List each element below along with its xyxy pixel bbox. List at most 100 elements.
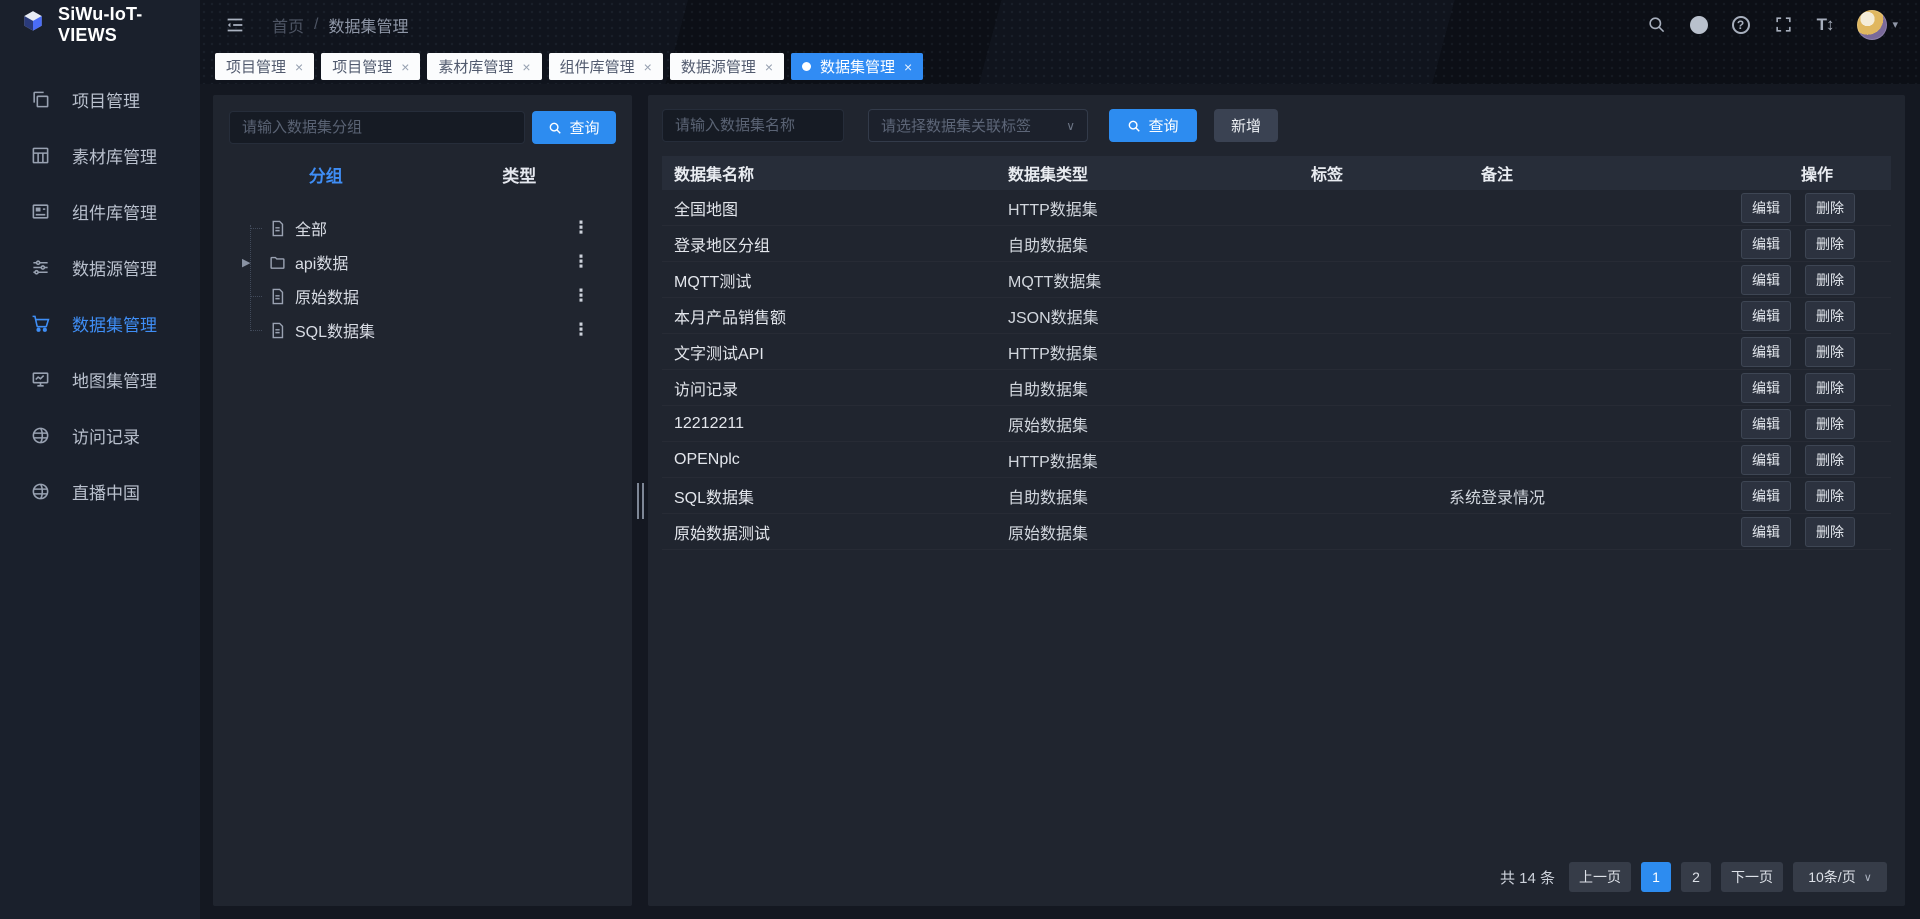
chevron-down-icon: ∨ [1066, 119, 1075, 133]
edit-button[interactable]: 编辑 [1741, 337, 1791, 367]
expand-caret-icon[interactable]: ▶ [242, 256, 250, 269]
table-row: SQL数据集 自助数据集 系统登录情况 编辑删除 [662, 478, 1891, 514]
delete-button[interactable]: 删除 [1805, 373, 1855, 403]
table-row: 12212211 原始数据集 编辑删除 [662, 406, 1891, 442]
tab-group[interactable]: 分组 [229, 162, 423, 187]
col-header-ops: 操作 [1602, 161, 1891, 185]
prev-page-button[interactable]: 上一页 [1569, 862, 1631, 892]
sidebar-item-visits[interactable]: 访问记录 [0, 407, 200, 463]
tab-material[interactable]: 素材库管理 × [427, 53, 541, 80]
font-size-icon[interactable]: T↕ [1817, 15, 1834, 35]
edit-button[interactable]: 编辑 [1741, 373, 1791, 403]
edit-button[interactable]: 编辑 [1741, 229, 1791, 259]
tab-dataset-active[interactable]: 数据集管理 × [791, 53, 923, 80]
tab-label: 数据集管理 [820, 56, 895, 77]
table-row: 访问记录 自助数据集 编辑删除 [662, 370, 1891, 406]
edit-button[interactable]: 编辑 [1741, 265, 1791, 295]
sidebar-item-material[interactable]: 素材库管理 [0, 127, 200, 183]
chevron-down-icon: ∨ [1864, 871, 1872, 884]
sidebar-item-label: 数据源管理 [72, 255, 157, 280]
close-icon[interactable]: × [765, 60, 773, 74]
close-icon[interactable]: × [522, 60, 530, 74]
more-vertical-icon[interactable]: ⋮ [572, 320, 590, 340]
add-dataset-button[interactable]: 新增 [1214, 109, 1278, 142]
pagination: 共 14 条 上一页 1 2 下一页 10条/页 ∨ [662, 862, 1891, 892]
tree-node-raw[interactable]: 原始数据 ⋮ [229, 279, 616, 313]
user-avatar [1857, 10, 1887, 40]
close-icon[interactable]: × [904, 60, 912, 74]
fullscreen-icon[interactable] [1774, 15, 1793, 34]
tree-search-row: 查询 [229, 111, 616, 144]
page-button-1[interactable]: 1 [1641, 862, 1671, 892]
group-tree: 全部 ⋮ ▶ api数据 ⋮ 原始数据 ⋮ [229, 211, 616, 890]
table-row: MQTT测试 MQTT数据集 编辑删除 [662, 262, 1891, 298]
material-grid-icon [30, 145, 50, 165]
help-icon[interactable]: ? [1732, 16, 1750, 34]
sidebar-item-component[interactable]: 组件库管理 [0, 183, 200, 239]
tab-datasource[interactable]: 数据源管理 × [670, 53, 784, 80]
col-header-tag: 标签 [1262, 161, 1392, 185]
splitter-handle[interactable] [637, 483, 644, 519]
active-dot-icon [802, 62, 811, 71]
delete-button[interactable]: 删除 [1805, 265, 1855, 295]
close-icon[interactable]: × [295, 60, 303, 74]
delete-button[interactable]: 删除 [1805, 337, 1855, 367]
sidebar-item-dataset[interactable]: 数据集管理 [0, 295, 200, 351]
document-icon [269, 288, 286, 305]
more-vertical-icon[interactable]: ⋮ [572, 286, 590, 306]
delete-button[interactable]: 删除 [1805, 445, 1855, 475]
tab-project-2[interactable]: 项目管理 × [321, 53, 420, 80]
sidebar-item-project[interactable]: 项目管理 [0, 71, 200, 127]
more-vertical-icon[interactable]: ⋮ [572, 252, 590, 272]
delete-button[interactable]: 删除 [1805, 193, 1855, 223]
search-icon[interactable] [1647, 15, 1666, 34]
logo: SiWu-IoT-VIEWS [0, 0, 200, 49]
delete-button[interactable]: 删除 [1805, 409, 1855, 439]
more-vertical-icon[interactable]: ⋮ [572, 218, 590, 238]
tag-select[interactable]: 请选择数据集关联标签 ∨ [868, 109, 1088, 142]
edit-button[interactable]: 编辑 [1741, 445, 1791, 475]
breadcrumb-home[interactable]: 首页 [272, 13, 304, 37]
page-size-select[interactable]: 10条/页 ∨ [1793, 862, 1887, 892]
group-search-input[interactable] [229, 111, 525, 144]
delete-button[interactable]: 删除 [1805, 481, 1855, 511]
delete-button[interactable]: 删除 [1805, 517, 1855, 547]
sidebar-item-live-china[interactable]: 直播中国 [0, 463, 200, 519]
dataset-search-input[interactable] [662, 109, 844, 142]
dataset-cart-icon [30, 313, 50, 333]
close-icon[interactable]: × [401, 60, 409, 74]
page-button-2[interactable]: 2 [1681, 862, 1711, 892]
edit-button[interactable]: 编辑 [1741, 193, 1791, 223]
menu-fold-icon[interactable] [224, 14, 246, 36]
delete-button[interactable]: 删除 [1805, 229, 1855, 259]
content: 查询 分组 类型 全部 ⋮ ▶ [200, 84, 1920, 919]
user-menu[interactable]: ▾ [1857, 10, 1898, 40]
tab-type[interactable]: 类型 [423, 162, 617, 187]
tab-label: 数据源管理 [681, 56, 756, 77]
edit-button[interactable]: 编辑 [1741, 517, 1791, 547]
next-page-button[interactable]: 下一页 [1721, 862, 1783, 892]
edit-button[interactable]: 编辑 [1741, 409, 1791, 439]
tab-component[interactable]: 组件库管理 × [549, 53, 663, 80]
delete-button[interactable]: 删除 [1805, 301, 1855, 331]
sidebar-item-label: 组件库管理 [72, 199, 157, 224]
breadcrumb-separator: / [314, 16, 318, 34]
dataset-search-button[interactable]: 查询 [1109, 109, 1197, 142]
close-icon[interactable]: × [644, 60, 652, 74]
col-header-name: 数据集名称 [662, 161, 992, 185]
edit-button[interactable]: 编辑 [1741, 301, 1791, 331]
github-icon[interactable] [1690, 16, 1708, 34]
sidebar-item-datasource[interactable]: 数据源管理 [0, 239, 200, 295]
chevron-down-icon: ▾ [1892, 18, 1898, 31]
tree-node-api[interactable]: ▶ api数据 ⋮ [229, 245, 616, 279]
tab-project-1[interactable]: 项目管理 × [215, 53, 314, 80]
group-tree-panel: 查询 分组 类型 全部 ⋮ ▶ [213, 95, 632, 906]
tree-node-sql[interactable]: SQL数据集 ⋮ [229, 313, 616, 347]
topbar: 首页 / 数据集管理 ? T↕ ▾ [200, 0, 1920, 49]
top-wrap: 首页 / 数据集管理 ? T↕ ▾ 项 [200, 0, 1920, 84]
sidebar-item-atlas[interactable]: 地图集管理 [0, 351, 200, 407]
group-search-button[interactable]: 查询 [532, 111, 616, 144]
tree-node-all[interactable]: 全部 ⋮ [229, 211, 616, 245]
sidebar-item-label: 地图集管理 [72, 367, 157, 392]
edit-button[interactable]: 编辑 [1741, 481, 1791, 511]
